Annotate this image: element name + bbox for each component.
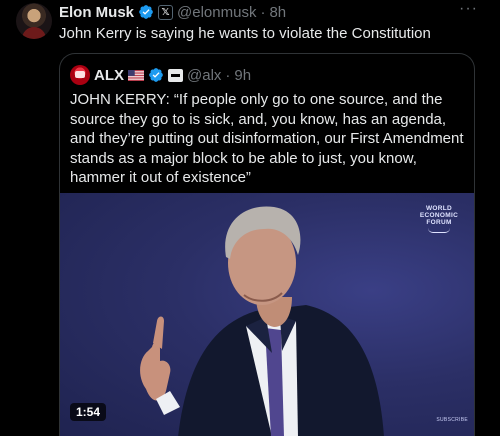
video-duration-badge: 1:54 [70, 403, 107, 421]
more-options-icon[interactable]: ··· [459, 1, 478, 17]
quoted-timestamp[interactable]: 9h [234, 67, 251, 84]
quoted-tweet[interactable]: ALX @alx · 9h JOHN KERRY: “If people onl… [59, 53, 475, 436]
quoted-avatar[interactable] [70, 65, 90, 85]
wef-logo: WORLD ECONOMIC FORUM [416, 205, 462, 233]
wef-logo-arc [428, 228, 450, 233]
affiliate-badge-icon: 𝕏 [158, 4, 174, 20]
quoted-author-handle[interactable]: @alx [187, 67, 221, 84]
quoted-author-name[interactable]: ALX [94, 67, 124, 84]
speaker-figure [140, 206, 384, 436]
avatar[interactable] [16, 3, 52, 39]
affiliate-badge-icon [168, 68, 183, 82]
subscribe-watermark: SUBSCRIBE [436, 417, 468, 423]
verified-badge-icon [139, 5, 153, 19]
tweet-text: John Kerry is saying he wants to violate… [59, 25, 431, 42]
us-flag-icon [128, 69, 144, 81]
author-name[interactable]: Elon Musk [59, 4, 134, 21]
quoted-tweet-text: JOHN KERRY: “If people only go to one so… [70, 91, 464, 186]
quoted-tweet-header: ALX @alx · 9h [70, 65, 251, 85]
tweet-header: Elon Musk 𝕏 @elonmusk · 8h [59, 2, 286, 22]
wef-logo-line-2: ECONOMIC [419, 212, 459, 219]
timestamp[interactable]: 8h [269, 4, 286, 21]
dot-separator: · [225, 66, 231, 84]
verified-badge-icon [149, 68, 163, 82]
tweet[interactable]: Elon Musk 𝕏 @elonmusk · 8h ··· John Kerr… [0, 0, 500, 436]
wef-logo-line-3: FORUM [426, 219, 452, 226]
video-player[interactable]: WORLD ECONOMIC FORUM SUBSCRIBE 1:54 [60, 193, 474, 436]
wef-logo-line-1: WORLD [425, 205, 453, 212]
dot-separator: · [260, 3, 266, 21]
author-handle[interactable]: @elonmusk [177, 4, 256, 21]
